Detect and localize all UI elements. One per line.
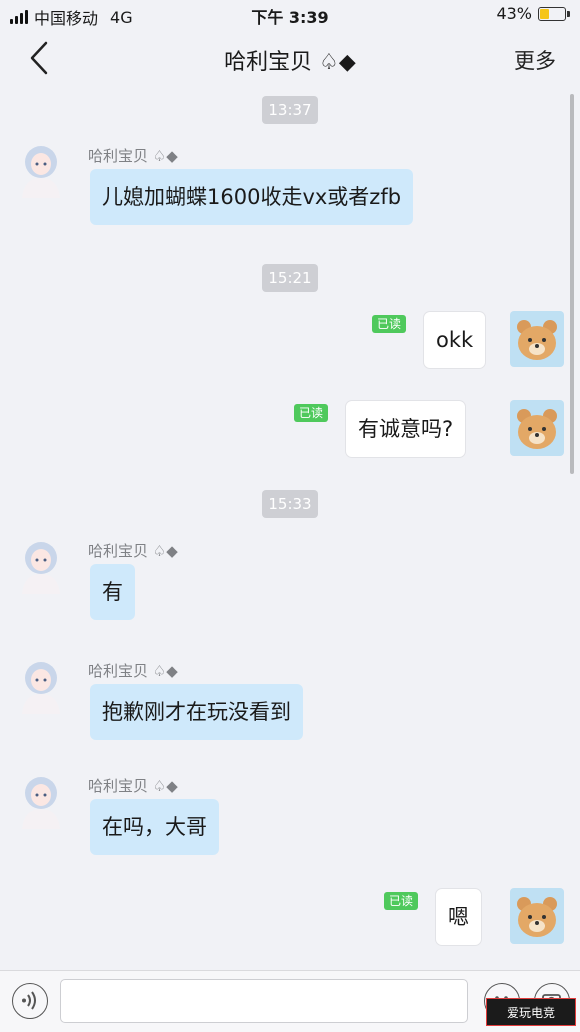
anime-girl-avatar-icon: [22, 777, 60, 829]
message-bubble-outgoing[interactable]: okk: [424, 312, 486, 368]
scrollbar[interactable]: [570, 94, 574, 474]
message-bubble-incoming[interactable]: 儿媳加蝴蝶1600收走vx或者zfb: [90, 169, 414, 225]
message-bubble-incoming[interactable]: 在吗，大哥: [90, 799, 219, 855]
status-time: 下午 3:39: [251, 8, 329, 27]
message-text: 抱歉刚才在玩没看到: [102, 700, 291, 724]
timestamp: 15:33: [262, 490, 318, 518]
more-button[interactable]: 更多: [514, 45, 556, 75]
voice-icon: [22, 991, 36, 1010]
message-bubble-outgoing[interactable]: 有诚意吗?: [346, 401, 466, 457]
sender-name: 哈利宝贝 ♤◆: [88, 542, 178, 560]
nav-bar: 哈利宝贝 ♤◆ 更多: [0, 30, 580, 86]
my-avatar[interactable]: [510, 888, 564, 944]
contact-avatar[interactable]: [14, 773, 68, 829]
contact-avatar[interactable]: [14, 658, 68, 714]
message-text: 嗯: [448, 905, 469, 929]
message-input[interactable]: [60, 979, 468, 1023]
sender-name: 哈利宝贝 ♤◆: [88, 777, 178, 795]
bear-avatar-icon: [517, 320, 557, 360]
timestamp: 13:37: [262, 96, 318, 124]
message-bubble-incoming[interactable]: 有: [90, 564, 135, 620]
anime-girl-avatar-icon: [22, 662, 60, 714]
status-bar: 中国移动 4G 下午 3:39 43%: [0, 0, 580, 30]
my-avatar[interactable]: [510, 400, 564, 456]
voice-button[interactable]: [12, 983, 48, 1019]
watermark-logo: 爱玩电竞: [486, 998, 576, 1026]
message-text: 有诚意吗?: [358, 417, 454, 441]
sender-name: 哈利宝贝 ♤◆: [88, 662, 178, 680]
contact-avatar[interactable]: [14, 538, 68, 594]
anime-girl-avatar-icon: [22, 146, 60, 198]
message-bubble-outgoing[interactable]: 嗯: [436, 889, 481, 945]
message-bubble-incoming[interactable]: 抱歉刚才在玩没看到: [90, 684, 303, 740]
chat-title: 哈利宝贝 ♤◆: [224, 50, 356, 75]
battery-percent: 43%: [496, 4, 532, 23]
my-avatar[interactable]: [510, 311, 564, 367]
message-text: 在吗，大哥: [102, 815, 207, 839]
battery-fill: [540, 8, 549, 19]
bear-avatar-icon: [517, 409, 557, 449]
bear-avatar-icon: [517, 897, 557, 937]
read-badge: 已读: [384, 892, 419, 910]
message-text: okk: [436, 328, 474, 352]
message-text: 有: [102, 580, 123, 604]
sender-name: 哈利宝贝 ♤◆: [88, 147, 178, 165]
timestamp: 15:21: [262, 264, 318, 292]
contact-avatar[interactable]: [14, 142, 68, 198]
message-text: 儿媳加蝴蝶1600收走vx或者zfb: [102, 185, 402, 209]
battery-icon: [538, 6, 570, 21]
read-badge: 已读: [294, 404, 329, 422]
read-badge: 已读: [372, 315, 407, 333]
chat-area[interactable]: 13:37 哈利宝贝 ♤◆ 儿媳加蝴蝶1600收走vx或者zfb 15:21 已…: [0, 86, 580, 970]
status-right: 43%: [496, 4, 570, 23]
anime-girl-avatar-icon: [22, 542, 60, 594]
